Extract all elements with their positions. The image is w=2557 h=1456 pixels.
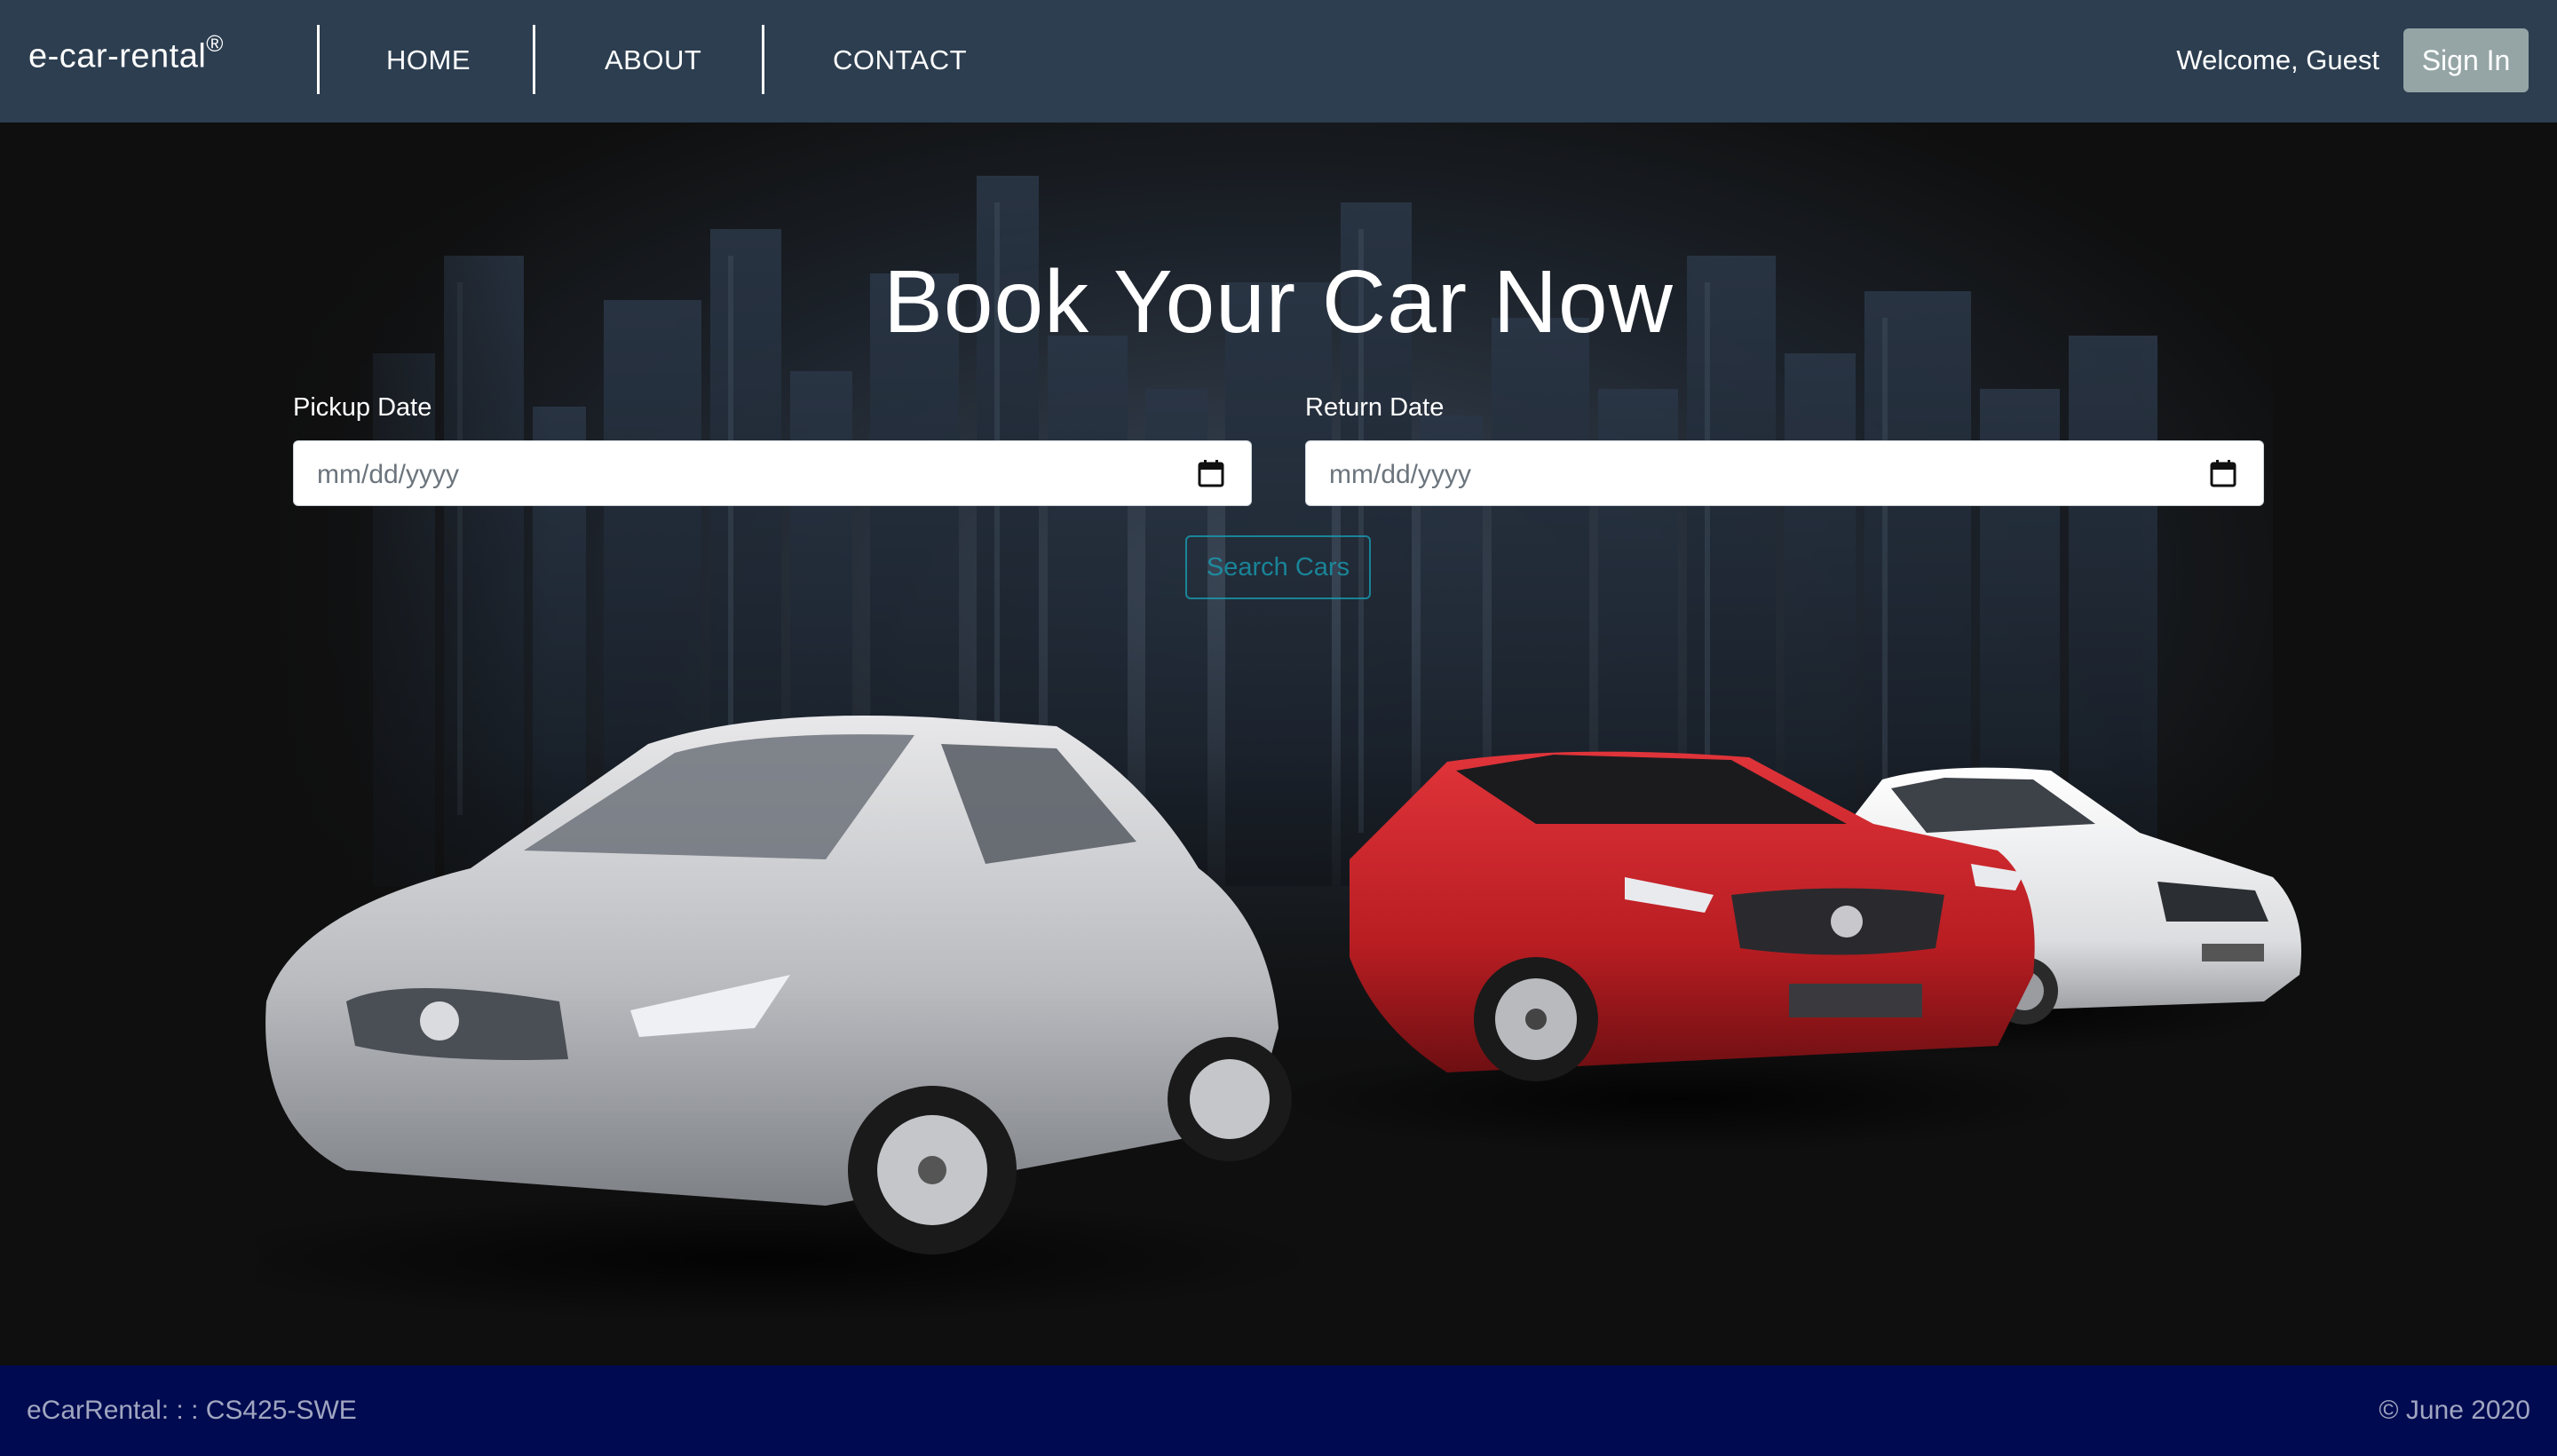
sign-in-button[interactable]: Sign In (2403, 28, 2529, 92)
calendar-icon[interactable] (1198, 459, 1224, 487)
search-cars-button[interactable]: Search Cars (1185, 535, 1371, 599)
footer-copyright: © June 2020 (2379, 1396, 2530, 1425)
registered-mark: ® (206, 30, 224, 57)
calendar-icon[interactable] (2210, 459, 2236, 487)
footer: eCarRental: : : CS425-SWE © June 2020 (0, 1365, 2557, 1456)
nav-separator (762, 25, 764, 94)
nav-contact-link[interactable]: CONTACT (833, 44, 967, 76)
return-date-input[interactable]: mm/dd/yyyy (1305, 440, 2264, 506)
pickup-date-input[interactable]: mm/dd/yyyy (293, 440, 1252, 506)
brand-name[interactable]: e-car-rental (28, 38, 206, 75)
return-date-placeholder: mm/dd/yyyy (1329, 460, 1472, 489)
brand-logo[interactable]: e-car-rental® (28, 30, 224, 76)
nav-about-link[interactable]: ABOUT (605, 44, 701, 76)
welcome-text: Welcome, Guest (2176, 44, 2379, 75)
pickup-date-label: Pickup Date (293, 393, 432, 422)
page-title: Book Your Car Now (883, 252, 1674, 352)
nav-separator (317, 25, 320, 94)
nav-separator (533, 25, 535, 94)
hero-background: Book Your Car Now Pickup Date mm/dd/yyyy… (0, 123, 2557, 1365)
nav-home-link[interactable]: HOME (386, 44, 471, 76)
cars-hero-image (257, 716, 2301, 1321)
return-date-label: Return Date (1305, 393, 1445, 422)
footer-course-text: eCarRental: : : CS425-SWE (27, 1396, 357, 1425)
navbar: e-car-rental® HOME ABOUT CONTACT Welcome… (0, 0, 2557, 123)
pickup-date-placeholder: mm/dd/yyyy (317, 460, 460, 489)
